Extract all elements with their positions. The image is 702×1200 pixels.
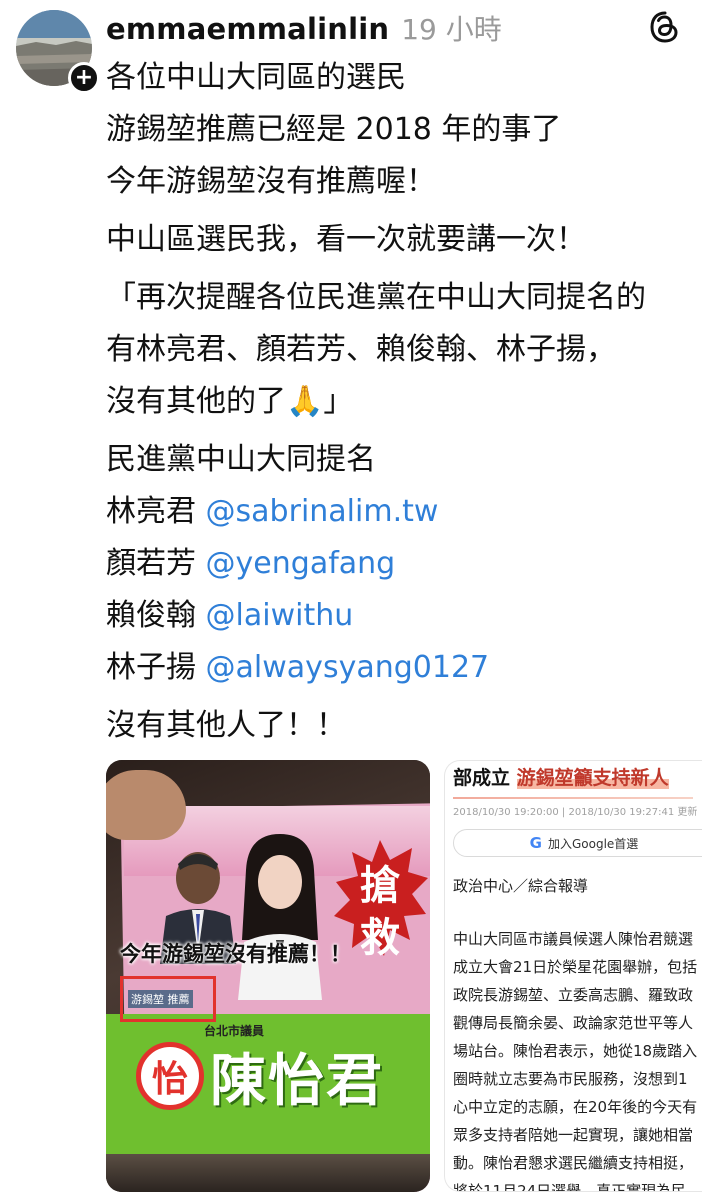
post-time: 19 小時 [401, 13, 502, 46]
article-line: 將於11月24日選舉，真正實現為民 [453, 1182, 687, 1192]
burst-char: 搶 [360, 862, 400, 909]
news-article-screenshot[interactable]: 部成立 游錫堃籲支持新人 2018/10/30 19:20:00 | 2018/… [444, 760, 702, 1192]
candidate-seal: 怡 [136, 1042, 204, 1110]
article-line: 眾多支持者陪她一起實現，讓她相當 [453, 1126, 694, 1144]
nominee-row: 林子揚 @alwaysyang0127 [106, 642, 692, 694]
hand [106, 770, 186, 840]
headline-prefix: 部成立 [453, 767, 511, 789]
plus-icon[interactable]: + [68, 62, 100, 94]
article-line: 場站台。陳怡君表示，她從18歲踏入 [453, 1042, 698, 1060]
headline-highlight: 游錫堃籲支持新人 [516, 767, 669, 789]
article-line: 觀傳局長簡余晏、政論家范世平等人 [453, 1014, 694, 1032]
underline-divider [453, 797, 693, 799]
text-line: 游錫堃推薦已經是 2018 年的事了 [106, 112, 562, 147]
article-headline: 部成立 游錫堃籲支持新人 [453, 763, 669, 790]
nominee-row: 賴俊翰 @laiwithu [106, 590, 692, 642]
nominee-name: 顏若芳 [106, 546, 196, 581]
nominee-row: 林亮君 @sabrinalim.tw [106, 486, 692, 538]
media-carousel[interactable]: 搶 救 台北市議員 怡 陳怡君 今年游錫堃沒有推薦！！ 游錫堃 推薦 部成立 游… [106, 760, 702, 1192]
text-segment: 沒有其他的了 [106, 384, 286, 419]
mention-link[interactable]: @yengafang [206, 546, 396, 581]
article-line: 中山大同區市議員候選人陳怡君競選 [453, 930, 694, 948]
google-button-label: 加入Google首選 [547, 836, 639, 851]
mention-link[interactable]: @laiwithu [206, 598, 354, 633]
text-line: 今年游錫堃沒有推薦喔！ [106, 164, 436, 199]
text-line: 沒有其他人了！！ [106, 708, 346, 743]
google-preferred-button[interactable]: G 加入Google首選 [453, 829, 702, 857]
highlight-box [120, 976, 216, 1022]
campaign-photo[interactable]: 搶 救 台北市議員 怡 陳怡君 今年游錫堃沒有推薦！！ 游錫堃 推薦 [106, 760, 430, 1192]
candidate-name: 陳怡君 [210, 1049, 384, 1114]
nominee-name: 林亮君 [106, 494, 196, 529]
nominee-name: 賴俊翰 [106, 598, 196, 633]
mention-link[interactable]: @sabrinalim.tw [206, 494, 439, 529]
text-segment: 」 [323, 384, 354, 419]
username[interactable]: emmaemmalinlin [106, 12, 389, 46]
threads-icon[interactable] [648, 10, 682, 44]
article-line: 心中立定的志願，在20年後的今天有 [453, 1098, 698, 1116]
text-line: 各位中山大同區的選民 [106, 60, 406, 95]
avatar-group[interactable]: + [16, 10, 100, 94]
google-icon: G [529, 834, 542, 852]
candidate-figure [238, 834, 322, 1000]
article-line: 成立大會21日於榮星花園舉辦，包括 [453, 958, 698, 976]
folded-hands-emoji: 🙏 [286, 384, 324, 419]
nominee-name: 林子揚 [106, 650, 196, 685]
post-header: emmaemmalinlin 19 小時 [106, 8, 642, 48]
nominee-row: 顏若芳 @yengafang [106, 538, 692, 590]
article-paragraph: 中山大同區市議員候選人陳怡君競選 成立大會21日於榮星花園舉辦，包括 政院長游錫… [453, 925, 702, 1192]
text-line: 沒有其他的了🙏」 [106, 376, 692, 428]
text-line: 中山區選民我，看一次就要講一次！ [106, 222, 586, 257]
mention-link[interactable]: @alwaysyang0127 [206, 650, 490, 685]
article-date: 2018/10/30 19:20:00 | 2018/10/30 19:27:4… [453, 807, 698, 818]
article-line: 動。陳怡君懇求選民繼續支持相挺， [453, 1154, 694, 1172]
photo-caption: 今年游錫堃沒有推薦！！ [120, 942, 351, 966]
article-source: 政治中心／綜合報導 [453, 877, 589, 895]
article-line: 政院長游錫堃、立委高志鵬、羅致政 [453, 986, 694, 1004]
post-body: 各位中山大同區的選民 游錫堃推薦已經是 2018 年的事了 今年游錫堃沒有推薦喔… [106, 52, 692, 752]
text-line: 有林亮君、顏若芳、賴俊翰、林子揚， [106, 332, 616, 367]
nominees-title: 民進黨中山大同提名 [106, 442, 376, 477]
text-line: 「再次提醒各位民進黨在中山大同提名的 [106, 280, 646, 315]
article-line: 圈時就立志要為市民服務，沒想到1 [453, 1070, 688, 1088]
